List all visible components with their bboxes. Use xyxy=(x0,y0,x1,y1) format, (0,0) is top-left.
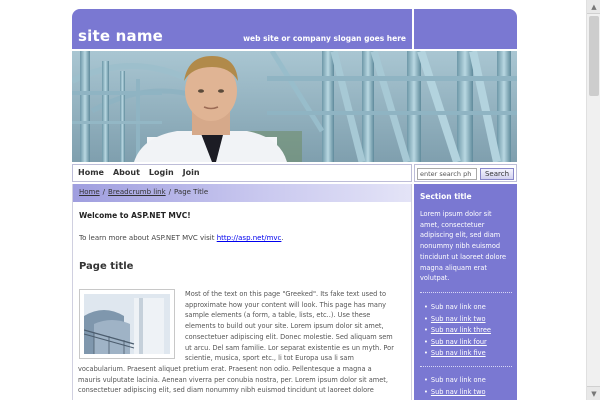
nav-link-home[interactable]: Home xyxy=(78,168,104,177)
body-text-line: consectetuer adipiscing elit, sed diam n… xyxy=(78,386,374,395)
body-text-bottom: vocabularium. Praesent aliquet pretium e… xyxy=(78,364,408,396)
search-box: Search xyxy=(414,164,517,182)
page-scrollbar[interactable]: ▲ ▼ xyxy=(586,0,600,400)
subnav-link[interactable]: Sub nav link four xyxy=(431,338,487,346)
subnav-item[interactable]: • Sub nav link four xyxy=(420,337,491,349)
search-button[interactable]: Search xyxy=(480,168,514,180)
subnav-item: • Sub nav link one xyxy=(420,375,486,387)
body-text-line: elements to build out your site. Lorem i… xyxy=(185,322,384,331)
bullet-icon: • xyxy=(424,314,428,323)
sidebar-text-line: magna aliquam erat xyxy=(420,263,487,272)
subnav-link[interactable]: Sub nav link two xyxy=(431,388,486,396)
scroll-thumb[interactable] xyxy=(589,16,599,96)
subnav-item[interactable]: • Sub nav link two xyxy=(420,387,486,399)
subnav-item[interactable]: • Sub nav link five xyxy=(420,348,491,360)
search-input[interactable] xyxy=(417,168,477,180)
bullet-icon: • xyxy=(424,376,428,384)
breadcrumb-separator: / xyxy=(102,188,106,196)
nav-link-login[interactable]: Login xyxy=(149,168,174,177)
intro-period: . xyxy=(281,234,284,242)
breadcrumb-link[interactable]: Breadcrumb link xyxy=(108,188,166,196)
subnav-item: • Sub nav link one xyxy=(420,302,491,314)
subnav-label: Sub nav link one xyxy=(430,303,486,311)
body-text-line: vocabularium. Praesent aliquet pretium e… xyxy=(78,365,372,373)
nav-link-about[interactable]: About xyxy=(113,168,140,177)
welcome-heading: Welcome to ASP.NET MVC! xyxy=(79,211,191,220)
main-nav: Home About Login Join xyxy=(72,164,412,182)
breadcrumb-separator: / xyxy=(168,188,171,196)
sidebar-text-line: amet, consectetuer xyxy=(420,220,485,229)
body-text-line: consectetuer adipiscing elit. Donec mole… xyxy=(185,332,393,341)
body-text-line: sample elements (a form, a table, lists,… xyxy=(185,311,371,320)
body-text-line: approximate how your content will look. … xyxy=(185,300,387,309)
header-bar: site name web site or company slogan goe… xyxy=(72,9,412,49)
sidebar-text-line: adipiscing elit, sed diam xyxy=(420,231,501,240)
subnav-link[interactable]: Sub nav link two xyxy=(431,315,486,323)
body-text-line: scientie, musica, sport etc., li tot Eur… xyxy=(185,354,354,363)
body-text-line: ut arcu. Del sam familie. Lor separat ex… xyxy=(185,343,394,352)
page-title: Page title xyxy=(79,261,134,272)
sidebar-subnav-1: • Sub nav link one • Sub nav link two • Sub… xyxy=(420,302,491,360)
nav-list: Home About Login Join xyxy=(78,168,200,177)
sidebar: Section title Lorem ipsum dolor sit amet… xyxy=(414,184,517,400)
sidebar-subnav-2: • Sub nav link one • Sub nav link two xyxy=(420,375,486,398)
subnav-item[interactable]: • Sub nav link two xyxy=(420,314,491,326)
site-slogan: web site or company slogan goes here xyxy=(243,34,406,43)
header-side-block xyxy=(414,9,517,49)
bullet-icon: • xyxy=(424,303,428,311)
sidebar-text: Lorem ipsum dolor sit amet, consectetuer… xyxy=(420,209,514,284)
breadcrumb-current: Page Title xyxy=(174,188,209,196)
subnav-item[interactable]: • Sub nav link three xyxy=(420,325,491,337)
bullet-icon: • xyxy=(424,326,428,335)
scroll-up-arrow-icon[interactable]: ▲ xyxy=(587,0,600,14)
sidebar-title: Section title xyxy=(420,192,472,201)
intro-label: To learn more about ASP.NET MVC visit xyxy=(79,234,215,242)
breadcrumb: Home / Breadcrumb link / Page Title xyxy=(79,188,208,196)
site-name[interactable]: site name xyxy=(78,27,163,45)
subnav-label: Sub nav link one xyxy=(430,376,486,384)
subnav-link[interactable]: Sub nav link five xyxy=(431,349,486,357)
bullet-icon: • xyxy=(424,349,428,358)
sidebar-text-line: volutpat. xyxy=(420,274,450,283)
content-image xyxy=(79,289,175,359)
banner-image xyxy=(72,51,517,162)
intro-text: To learn more about ASP.NET MVC visit ht… xyxy=(79,234,284,242)
sidebar-text-line: tincidunt ut laoreet dolore xyxy=(420,252,507,261)
bullet-icon: • xyxy=(424,337,428,346)
nav-link-join[interactable]: Join xyxy=(183,168,200,177)
sidebar-text-line: Lorem ipsum dolor sit xyxy=(420,210,492,218)
sidebar-divider xyxy=(420,292,512,293)
intro-link[interactable]: http://asp.net/mvc xyxy=(217,234,282,242)
body-text-line: mauris vulputate lacinia. Aenean viverra… xyxy=(78,375,388,384)
subnav-link[interactable]: Sub nav link three xyxy=(431,326,491,334)
body-text-line: Most of the text on this page "Greeked".… xyxy=(185,290,387,298)
page: site name web site or company slogan goe… xyxy=(0,0,600,400)
sidebar-text-line: nonummy nibh euismod xyxy=(420,242,501,251)
sidebar-divider xyxy=(420,366,512,367)
bullet-icon: • xyxy=(424,387,428,396)
scroll-down-arrow-icon[interactable]: ▼ xyxy=(587,386,600,400)
breadcrumb-bar: Home / Breadcrumb link / Page Title xyxy=(73,184,411,202)
body-text-top: Most of the text on this page "Greeked".… xyxy=(185,289,409,364)
breadcrumb-home-link[interactable]: Home xyxy=(79,188,100,196)
